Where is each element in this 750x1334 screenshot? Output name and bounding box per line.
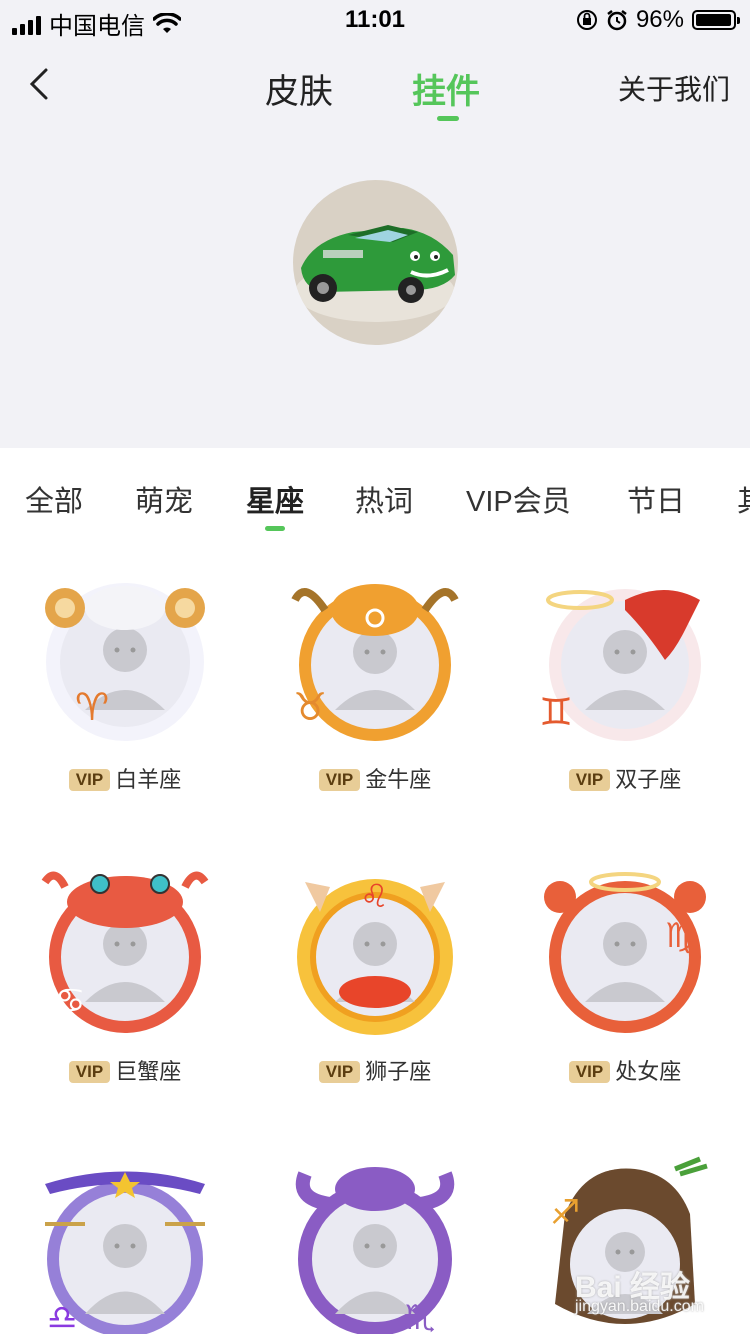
battery-icon xyxy=(692,10,740,30)
tab-active-indicator xyxy=(437,116,459,121)
gemini-frame-image: ♊ xyxy=(539,589,701,741)
virgo-frame-image: ♍ xyxy=(544,872,706,1033)
category-zodiac[interactable]: 星座 xyxy=(246,478,304,520)
vip-badge: VIP xyxy=(318,1061,361,1083)
alarm-icon xyxy=(607,10,627,31)
pendant-name: 狮子座 xyxy=(365,1059,432,1084)
libra-frame-image: ♎ xyxy=(45,1171,205,1334)
pendant-name: 双子座 xyxy=(615,767,682,792)
about-us-link[interactable]: 关于我们 xyxy=(618,68,730,108)
category-tabs: 全部 萌宠 星座 热词 VIP会员 节日 其 xyxy=(0,448,750,538)
aries-frame-image: ♈ xyxy=(45,583,205,741)
svg-text:♉: ♉ xyxy=(293,685,327,729)
category-pets[interactable]: 萌宠 xyxy=(135,478,193,520)
category-festival[interactable]: 节日 xyxy=(627,478,685,520)
taurus-frame-image: ♉ xyxy=(291,584,459,741)
category-active-indicator xyxy=(265,526,285,531)
user-avatar[interactable] xyxy=(293,180,458,345)
svg-text:♏: ♏ xyxy=(405,1298,435,1334)
cancer-frame-image: ♋ xyxy=(41,871,209,1033)
svg-text:♐: ♐ xyxy=(550,1193,580,1233)
status-bar: 中国电信 11:01 96% xyxy=(0,0,750,40)
category-hot-words[interactable]: 热词 xyxy=(355,478,413,520)
vip-badge: VIP xyxy=(568,769,611,791)
category-vip[interactable]: VIP会员 xyxy=(466,478,571,520)
pendant-name: 巨蟹座 xyxy=(115,1059,182,1084)
back-arrow-icon[interactable] xyxy=(22,64,62,104)
battery-percent: 96% xyxy=(635,6,684,33)
car-avatar-image xyxy=(293,180,458,345)
svg-text:♊: ♊ xyxy=(539,690,573,734)
rotation-lock-icon xyxy=(576,10,597,30)
tab-pendant[interactable]: 挂件 xyxy=(412,64,480,113)
header: 皮肤 挂件 关于我们 xyxy=(0,40,750,448)
svg-text:♋: ♋ xyxy=(55,981,85,1021)
vip-badge: VIP xyxy=(68,769,111,791)
svg-text:♌: ♌ xyxy=(360,877,389,915)
pendant-name: 白羊座 xyxy=(115,767,182,792)
scorpio-frame-image: ♏ xyxy=(295,1167,455,1334)
pendant-name: 金牛座 xyxy=(365,767,432,792)
vip-badge: VIP xyxy=(318,769,361,791)
category-other[interactable]: 其 xyxy=(737,478,750,520)
vip-badge: VIP xyxy=(568,1061,611,1083)
leo-frame-image: ♌ xyxy=(297,877,453,1035)
category-all[interactable]: 全部 xyxy=(25,478,83,520)
pendant-name: 处女座 xyxy=(615,1059,682,1084)
svg-text:♍: ♍ xyxy=(665,916,695,956)
svg-text:♎: ♎ xyxy=(47,1298,77,1334)
vip-badge: VIP xyxy=(68,1061,111,1083)
tab-skin[interactable]: 皮肤 xyxy=(265,64,333,113)
watermark-url: jingyan.baidu.com xyxy=(575,1298,704,1315)
svg-text:♈: ♈ xyxy=(75,685,109,729)
